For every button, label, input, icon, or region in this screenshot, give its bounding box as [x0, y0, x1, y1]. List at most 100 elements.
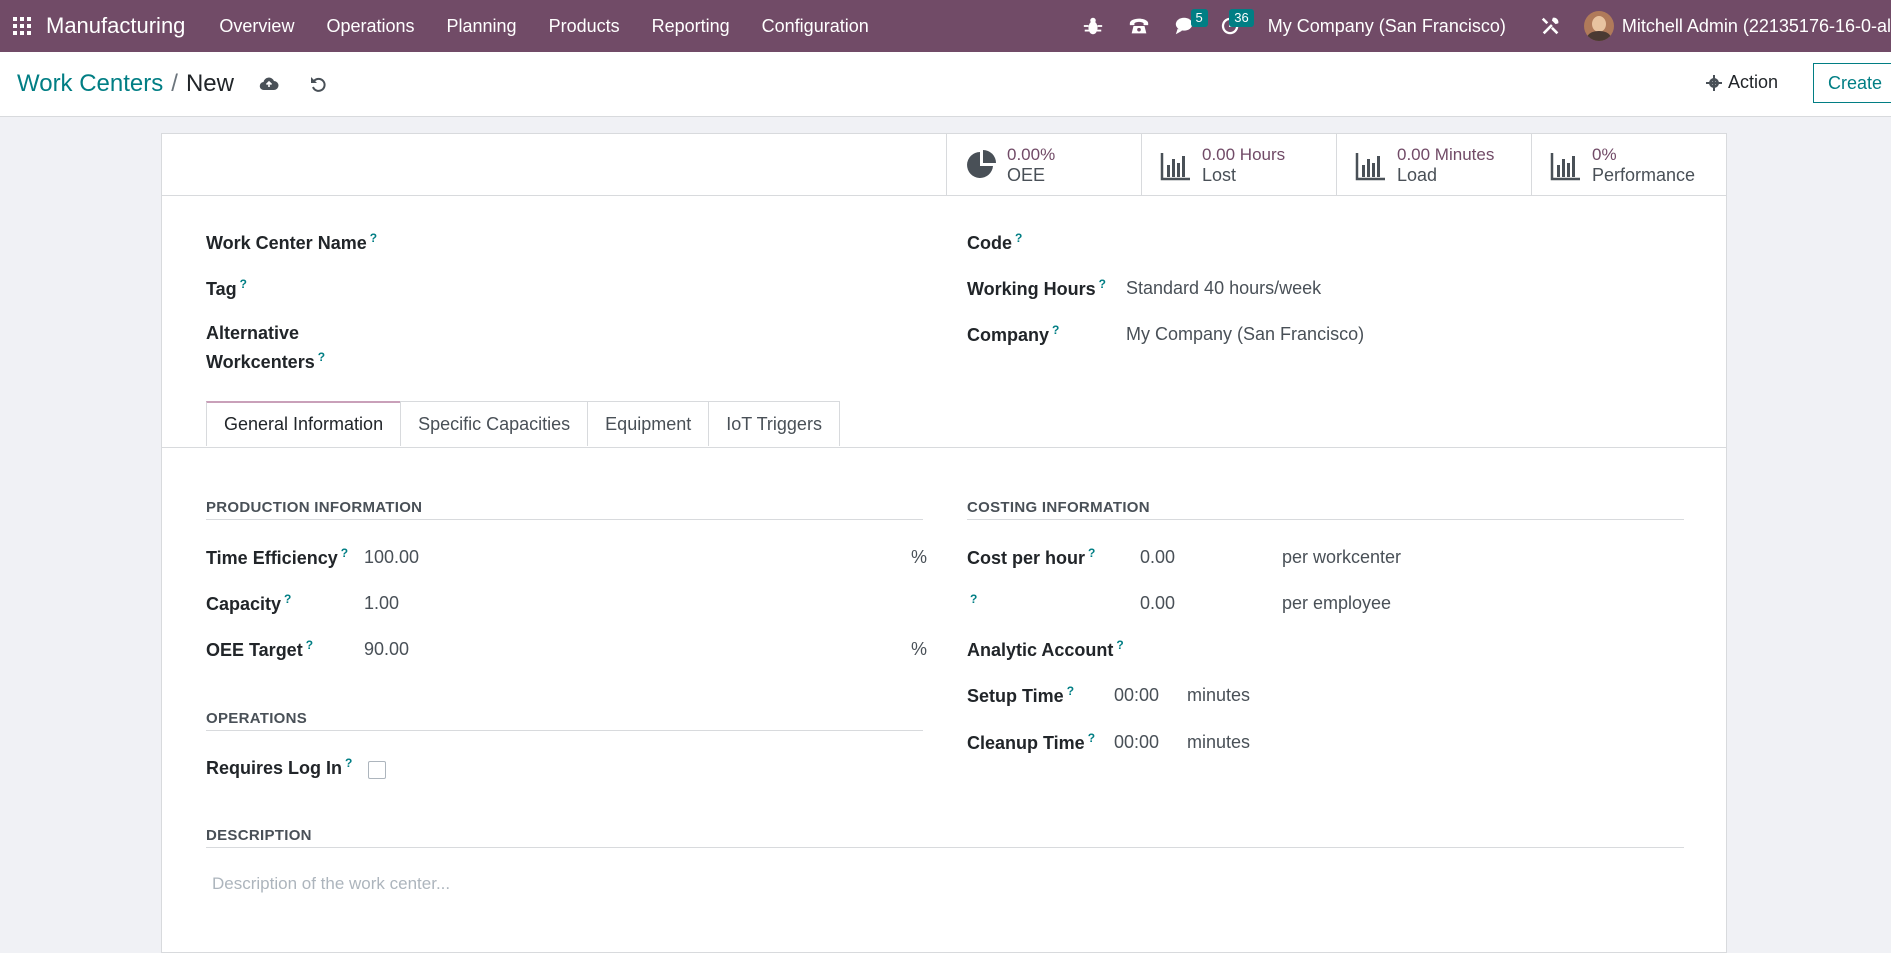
help-tooltip-icon[interactable]: ? [284, 592, 291, 606]
tab-iot-triggers[interactable]: IoT Triggers [708, 401, 840, 446]
tools-icon[interactable] [1528, 0, 1574, 52]
capacity-input[interactable]: 1.00 [364, 593, 399, 614]
help-tooltip-icon[interactable]: ? [318, 350, 325, 364]
stat-load-button[interactable]: 0.00 Minutes Load [1336, 134, 1532, 195]
help-tooltip-icon[interactable]: ? [1116, 638, 1123, 652]
tag-text: Tag [206, 279, 237, 299]
bar-chart-icon [1550, 152, 1580, 180]
description-input[interactable]: Description of the work center... [212, 874, 450, 894]
oee-target-label: OEE Target? [206, 638, 313, 661]
cleanup-time-unit: minutes [1187, 732, 1251, 752]
help-tooltip-icon[interactable]: ? [1052, 323, 1059, 337]
cost-per-hour-text: Cost per hour [967, 548, 1086, 568]
alternative-workcenters-label: Workcenters? [206, 350, 325, 373]
company-field[interactable]: My Company (San Francisco) [1126, 324, 1364, 345]
activities-badge: 36 [1229, 9, 1254, 27]
app-name[interactable]: Manufacturing [46, 13, 185, 39]
work-center-name-label: Work Center Name? [206, 231, 377, 254]
analytic-account-label: Analytic Account? [967, 638, 1124, 661]
per-workcenter-text: per workcenter [1282, 547, 1402, 567]
help-tooltip-icon[interactable]: ? [1088, 731, 1095, 745]
menu-overview[interactable]: Overview [203, 16, 310, 37]
form-sheet: 0.00% OEE 0.00 Hours Lost 0.00 Minutes Load… [161, 133, 1727, 953]
setup-time-input[interactable]: 00:00 [1114, 685, 1159, 706]
pie-chart-icon [967, 149, 996, 178]
help-tooltip-icon[interactable]: ? [970, 592, 977, 606]
navbar-systray: 5 36 My Company (San Francisco) Mitchell… [1070, 0, 1891, 52]
user-menu[interactable]: Mitchell Admin (22135176-16-0-al [1622, 16, 1891, 37]
working-hours-label: Working Hours? [967, 277, 1106, 300]
company-text: Company [967, 325, 1050, 345]
bar-chart-icon [1160, 152, 1190, 180]
cost-per-hour-label: Cost per hour? [967, 546, 1095, 569]
save-cloud-icon[interactable] [256, 71, 282, 97]
stat-oee-button[interactable]: 0.00% OEE [946, 134, 1142, 195]
oee-target-text: OEE Target [206, 640, 303, 660]
breadcrumb-current: New [185, 70, 234, 97]
requires-login-text: Requires Log In [206, 758, 343, 778]
help-tooltip-icon[interactable]: ? [345, 756, 352, 770]
stat-load-value: 0.00 Minutes [1397, 144, 1495, 164]
create-button[interactable]: Create [1813, 63, 1891, 103]
help-tooltip-icon[interactable]: ? [370, 231, 377, 245]
company-switcher[interactable]: My Company (San Francisco) [1268, 16, 1506, 37]
bar-chart-icon [1355, 152, 1385, 180]
action-button[interactable]: Action [1706, 72, 1778, 93]
help-tooltip-icon[interactable]: ? [240, 277, 247, 291]
menu-operations[interactable]: Operations [310, 16, 430, 37]
stat-oee-value: 0.00% [1007, 144, 1056, 164]
working-hours-field[interactable]: Standard 40 hours/week [1126, 278, 1321, 299]
stat-oee-label: OEE [1007, 164, 1046, 185]
messages-badge: 5 [1190, 9, 1208, 27]
costing-information-title: COSTING INFORMATION [967, 499, 1684, 520]
help-tooltip-icon[interactable]: ? [306, 638, 313, 652]
help-tooltip-icon[interactable]: ? [1067, 684, 1074, 698]
stat-lost-button[interactable]: 0.00 Hours Lost [1141, 134, 1337, 195]
activity-clock-icon[interactable]: 36 [1208, 0, 1254, 52]
tab-general-information[interactable]: General Information [206, 401, 402, 446]
phone-icon[interactable] [1116, 0, 1162, 52]
help-tooltip-icon[interactable]: ? [1088, 546, 1095, 560]
stat-performance-button[interactable]: 0% Performance [1531, 134, 1727, 195]
menu-planning[interactable]: Planning [431, 16, 533, 37]
alternative-workcenters-label-line1: Alternative [206, 323, 300, 343]
setup-time-text: Setup Time [967, 686, 1064, 706]
requires-login-checkbox[interactable] [368, 761, 386, 779]
menu-reporting[interactable]: Reporting [636, 16, 746, 37]
tabs-divider [162, 447, 1726, 448]
messages-icon[interactable]: 5 [1162, 0, 1208, 52]
cleanup-time-text: Cleanup Time [967, 733, 1085, 753]
production-information-title: PRODUCTION INFORMATION [206, 499, 923, 520]
bug-icon[interactable] [1070, 0, 1116, 52]
avatar[interactable] [1583, 11, 1614, 41]
operations-title: OPERATIONS [206, 710, 923, 731]
cost-per-hour-input[interactable]: 0.00 [1140, 547, 1175, 568]
menu-products[interactable]: Products [533, 16, 636, 37]
discard-undo-icon[interactable] [306, 71, 332, 97]
apps-grid-icon[interactable] [0, 0, 44, 52]
breadcrumb: Work Centers / New [17, 70, 234, 98]
employee-cost-label: ? [967, 592, 977, 615]
oee-target-input[interactable]: 90.00 [364, 639, 409, 660]
work-center-name-text: Work Center Name [206, 233, 367, 253]
menu-configuration[interactable]: Configuration [746, 16, 885, 37]
requires-login-label: Requires Log In? [206, 756, 352, 779]
tag-label: Tag? [206, 277, 247, 300]
code-label: Code? [967, 231, 1022, 254]
time-efficiency-input[interactable]: 100.00 [364, 547, 419, 568]
employee-cost-input[interactable]: 0.00 [1140, 593, 1175, 614]
tab-specific-capacities[interactable]: Specific Capacities [400, 401, 589, 446]
time-efficiency-text: Time Efficiency [206, 548, 338, 568]
stat-lost-value: 0.00 Hours [1202, 144, 1286, 164]
gear-icon [1706, 74, 1722, 91]
working-hours-text: Working Hours [967, 279, 1096, 299]
capacity-text: Capacity [206, 594, 282, 614]
cleanup-time-label: Cleanup Time? [967, 731, 1095, 754]
tab-equipment[interactable]: Equipment [587, 401, 710, 446]
cleanup-time-input[interactable]: 00:00 [1114, 732, 1159, 753]
help-tooltip-icon[interactable]: ? [1099, 277, 1106, 291]
stat-performance-label: Performance [1592, 164, 1696, 185]
breadcrumb-parent[interactable]: Work Centers [17, 70, 163, 97]
help-tooltip-icon[interactable]: ? [1015, 231, 1022, 245]
help-tooltip-icon[interactable]: ? [341, 546, 348, 560]
